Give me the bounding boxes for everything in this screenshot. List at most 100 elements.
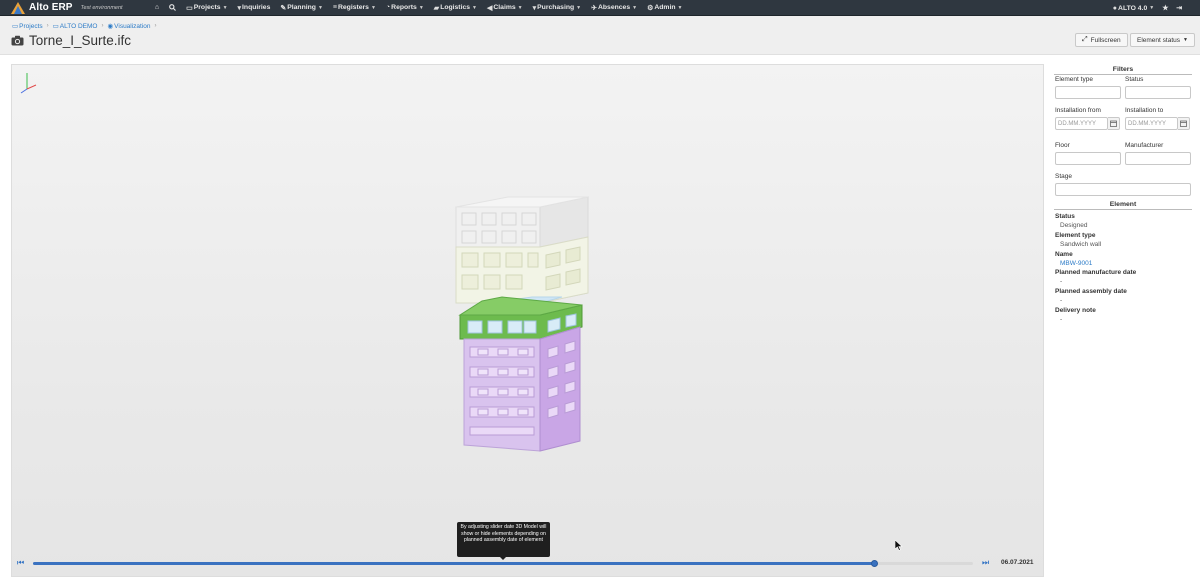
cart-icon: ▾ xyxy=(532,4,537,12)
breadcrumb: ▭ Projects › ▭ ALTO DEMO › ◉ Visualization … xyxy=(12,22,161,31)
favorites-star-icon[interactable]: ★ xyxy=(1158,0,1172,16)
tooltip-arrow xyxy=(500,557,506,560)
element-title: Element xyxy=(1109,201,1137,208)
planned-manufacture-value: - xyxy=(1060,278,1063,285)
caret-down-icon: ▼ xyxy=(222,4,228,11)
element-type-select[interactable] xyxy=(1055,86,1121,99)
element-type-label: Element type xyxy=(1055,76,1093,83)
breadcrumb-separator: › xyxy=(46,23,49,29)
installation-from-label: Installation from xyxy=(1055,107,1101,114)
slider-tooltip: By adjusting slider date 3D Model will s… xyxy=(457,522,550,557)
menu-admin[interactable]: ⚙ Admin ▼ xyxy=(642,0,687,16)
brand[interactable]: Alto ERP Test environment xyxy=(0,0,148,16)
camera-icon xyxy=(11,35,24,46)
list-icon: ≡ xyxy=(332,4,337,11)
caret-down-icon: ▼ xyxy=(317,4,323,11)
installation-to-input[interactable]: DD.MM.YYYY xyxy=(1125,117,1178,130)
fullscreen-button[interactable]: ⤢ Fullscreen xyxy=(1075,33,1128,47)
divider xyxy=(1054,74,1192,75)
delivery-note-value: - xyxy=(1060,316,1063,323)
logout-icon[interactable]: ⇥ xyxy=(1172,0,1186,16)
planned-assembly-label: Planned assembly date xyxy=(1055,288,1127,295)
element-type-value: Sandwich wall xyxy=(1060,241,1102,248)
axes-gizmo-icon xyxy=(20,73,37,94)
planned-assembly-value: - xyxy=(1060,297,1063,304)
timeline-slider[interactable] xyxy=(33,560,973,567)
stage-label: Stage xyxy=(1055,173,1072,180)
side-panel xyxy=(1048,64,1196,577)
search-icon[interactable] xyxy=(164,0,181,16)
timeline-date: 06.07.2021 xyxy=(1001,559,1034,566)
stage-select[interactable] xyxy=(1055,183,1191,196)
breadcrumb-separator: › xyxy=(154,23,157,29)
caret-down-icon: ▼ xyxy=(517,4,523,11)
caret-down-icon: ▼ xyxy=(370,4,376,11)
menu-registers[interactable]: ≡ Registers ▼ xyxy=(328,0,381,16)
manufacturer-select[interactable] xyxy=(1125,152,1191,165)
timeline-forward-button[interactable]: ⏭ xyxy=(982,558,989,568)
user-menu[interactable]: ● ALTO 4.0 ▼ xyxy=(1109,0,1158,16)
alto-logo-icon xyxy=(10,1,26,15)
status-label: Status xyxy=(1125,76,1144,83)
top-navbar: Alto ERP Test environment ⌂ ▭ Projects ▼ ▾… xyxy=(0,0,1200,16)
environment-label: Test environment xyxy=(80,4,123,11)
gear-icon: ⚙ xyxy=(647,4,654,12)
installation-from-input[interactable]: DD.MM.YYYY xyxy=(1055,117,1108,130)
caret-down-icon: ▼ xyxy=(1183,37,1188,43)
folder-icon: ▭ xyxy=(52,23,59,30)
breadcrumb-separator: › xyxy=(101,23,104,29)
brand-name: Alto ERP xyxy=(29,2,73,13)
user-icon: ● xyxy=(1112,4,1118,12)
floor-label: Floor xyxy=(1055,142,1070,149)
page-title: Torne_I_Surte.ifc xyxy=(11,33,131,48)
camera-icon: ◉ xyxy=(107,23,114,30)
caret-down-icon: ▼ xyxy=(472,4,477,11)
filters-title: Filters xyxy=(1112,66,1134,73)
menu-inquiries[interactable]: ▾ Inquiries xyxy=(233,0,276,16)
breadcrumb-alto-demo[interactable]: ▭ ALTO DEMO xyxy=(52,22,98,31)
divider xyxy=(1054,209,1192,210)
manufacturer-label: Manufacturer xyxy=(1125,142,1164,149)
menu-purchasing[interactable]: ▾ Purchasing ▼ xyxy=(528,0,586,16)
timeline-slider-fill xyxy=(33,562,876,565)
element-type-field-label: Element type xyxy=(1055,232,1096,239)
plane-icon: ✈ xyxy=(591,4,597,12)
folder-icon: ▭ xyxy=(12,23,19,30)
calendar-icon[interactable] xyxy=(1178,117,1190,130)
building-model[interactable] xyxy=(12,65,1043,576)
element-name-link[interactable]: MBW-9001 xyxy=(1060,260,1092,267)
installation-to-label: Installation to xyxy=(1125,107,1164,114)
menu-absences[interactable]: ✈ Absences ▼ xyxy=(586,0,642,16)
calendar-icon[interactable] xyxy=(1108,117,1120,130)
main-menu: ⌂ ▭ Projects ▼ ▾ Inquiries ✎ Planning ▼ ≡ Regi… xyxy=(150,0,687,16)
menu-claims[interactable]: ◀ Claims ▼ xyxy=(482,0,528,16)
caret-down-icon: ▼ xyxy=(576,4,582,11)
truck-icon: ▰ xyxy=(433,4,440,12)
element-status-dropdown[interactable]: Element status ▼ xyxy=(1130,33,1195,47)
expand-icon: ⤢ xyxy=(1082,36,1088,43)
element-status-label: Status xyxy=(1055,213,1075,220)
menu-planning[interactable]: ✎ Planning ▼ xyxy=(275,0,328,16)
3d-model-viewer[interactable] xyxy=(11,64,1044,577)
timeline-rewind-button[interactable]: ⏮ xyxy=(17,558,24,568)
caret-down-icon: ▼ xyxy=(677,4,683,11)
mouse-cursor-icon xyxy=(895,540,903,551)
caret-down-icon: ▼ xyxy=(418,4,424,11)
home-icon[interactable]: ⌂ xyxy=(150,0,164,16)
caret-down-icon: ▼ xyxy=(632,4,638,11)
delivery-note-label: Delivery note xyxy=(1055,307,1096,314)
floor-select[interactable] xyxy=(1055,152,1121,165)
cart-icon: ▾ xyxy=(237,4,242,12)
planned-manufacture-label: Planned manufacture date xyxy=(1055,269,1137,276)
breadcrumb-visualization[interactable]: ◉ Visualization xyxy=(107,22,150,31)
chart-icon: ◔ xyxy=(385,4,391,11)
menu-reports[interactable]: ◔ Reports ▼ xyxy=(381,0,429,16)
breadcrumb-projects[interactable]: ▭ Projects xyxy=(12,22,43,31)
status-select[interactable] xyxy=(1125,86,1191,99)
menu-logistics[interactable]: ▰ Logistics ▼ xyxy=(429,0,482,16)
menu-projects[interactable]: ▭ Projects ▼ xyxy=(181,0,232,16)
folder-icon: ▭ xyxy=(186,4,193,12)
element-status-value: Designed xyxy=(1060,222,1088,229)
caret-down-icon: ▼ xyxy=(1149,5,1155,11)
element-name-label: Name xyxy=(1055,251,1073,258)
